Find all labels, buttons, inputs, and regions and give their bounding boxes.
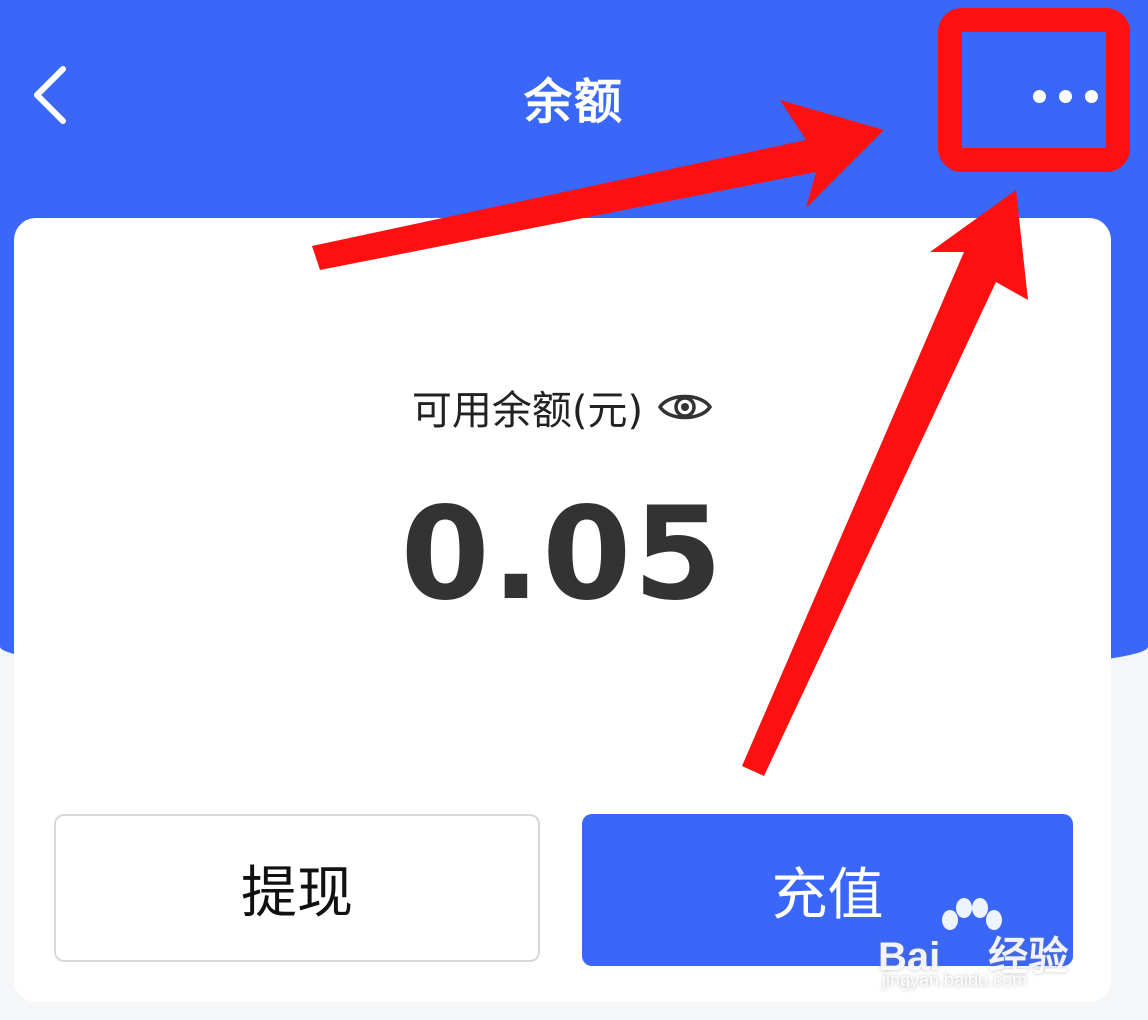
more-dots-icon bbox=[1032, 89, 1046, 103]
more-dots-icon bbox=[1084, 89, 1098, 103]
baidu-jingyan-watermark: Bai 经验 jingyan.baidu.com bbox=[878, 898, 1098, 998]
page-title: 余额 bbox=[523, 74, 624, 130]
balance-label: 可用余额(元) bbox=[411, 388, 644, 434]
balance-label-row: 可用余额(元) bbox=[14, 378, 1111, 436]
eye-icon[interactable] bbox=[657, 387, 713, 427]
withdraw-button[interactable]: 提现 bbox=[54, 814, 540, 962]
balance-card: 可用余额(元) 0.05 提现 充值 bbox=[14, 218, 1111, 1002]
more-dots-icon bbox=[1058, 89, 1072, 103]
more-options-button[interactable] bbox=[1010, 66, 1120, 126]
balance-amount: 0.05 bbox=[400, 480, 725, 629]
watermark-site: jingyan.baidu.com bbox=[882, 970, 1028, 990]
